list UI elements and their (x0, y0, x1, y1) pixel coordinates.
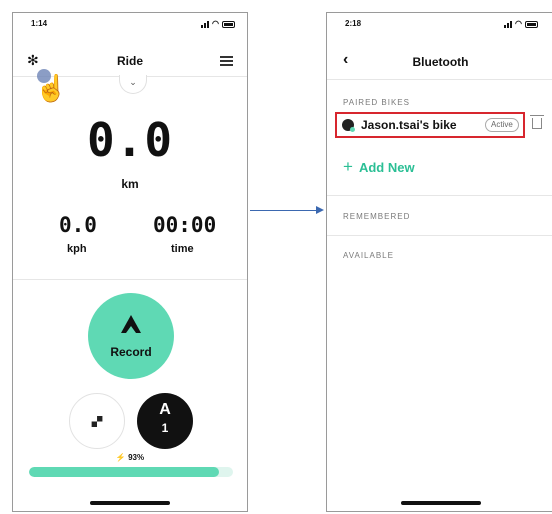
speed-unit: kph (67, 243, 87, 255)
record-label: Record (110, 345, 152, 359)
slashed-bell-icon: 🙾 (91, 411, 103, 431)
duration-value: 00:00 (153, 213, 217, 237)
bike-avatar-icon (342, 119, 355, 132)
ride-screen: 1:14 ◠ ✻ Ride ☝ ⌄ 0.0 km 0.0 kph 00:00 t… (12, 12, 248, 512)
divider (327, 79, 552, 80)
battery-bar (29, 467, 233, 477)
status-badge: Active (485, 118, 519, 132)
home-indicator[interactable] (400, 501, 481, 505)
chevron-down-icon[interactable]: ⌄ (119, 75, 147, 94)
signal-icon (504, 21, 513, 28)
assist-level-button[interactable]: A 1 (137, 393, 193, 449)
divider (13, 279, 247, 280)
home-indicator[interactable] (90, 501, 170, 505)
flow-arrow-line (250, 210, 320, 211)
plus-icon: + (343, 157, 353, 176)
battery-charge: ⚡ 93% (13, 453, 247, 462)
distance-unit: km (121, 177, 139, 191)
navigation-arrow-icon (121, 315, 141, 333)
wifi-icon: ◠ (212, 19, 219, 28)
duration-label: time (171, 243, 194, 255)
battery-icon (222, 21, 235, 28)
assist-mode-letter: A (159, 401, 171, 418)
flow-arrow-head (316, 206, 324, 214)
status-time: 2:18 (345, 19, 362, 28)
lightning-icon: ⚡ (115, 453, 126, 462)
paired-bikes-header: PAIRED BIKES (343, 98, 410, 107)
status-bar: 2:18 ◠ (327, 19, 552, 31)
wifi-icon: ◠ (515, 19, 522, 28)
record-button[interactable]: Record (88, 293, 174, 379)
menu-icon[interactable] (220, 56, 233, 66)
bluetooth-screen: 2:18 ◠ ‹ Bluetooth PAIRED BIKES Jason.ts… (326, 12, 552, 512)
assist-level-number: 1 (161, 421, 169, 435)
page-title: Bluetooth (412, 55, 469, 69)
mute-toggle-button[interactable]: 🙾 (69, 393, 125, 449)
battery-bar-fill (29, 467, 219, 477)
trash-icon[interactable] (530, 115, 544, 129)
paired-bike-row[interactable]: Jason.tsai's bike Active (335, 112, 525, 138)
add-new-label: Add New (358, 160, 415, 175)
add-new-button[interactable]: + Add New (343, 157, 415, 177)
divider (327, 235, 552, 236)
charge-value: 93% (128, 453, 145, 462)
status-bar: 1:14 ◠ (13, 19, 247, 31)
battery-icon (525, 21, 538, 28)
distance-value: 0.0 (86, 113, 174, 167)
bike-name: Jason.tsai's bike (361, 118, 457, 132)
status-time: 1:14 (31, 19, 48, 28)
remembered-header: REMEMBERED (343, 212, 411, 221)
available-header: AVAILABLE (343, 251, 394, 260)
pointer-hand-icon: ☝ (35, 73, 68, 103)
page-title: Ride (116, 54, 143, 68)
speed-value: 0.0 (59, 213, 97, 237)
signal-icon (201, 21, 210, 28)
divider (327, 195, 552, 196)
